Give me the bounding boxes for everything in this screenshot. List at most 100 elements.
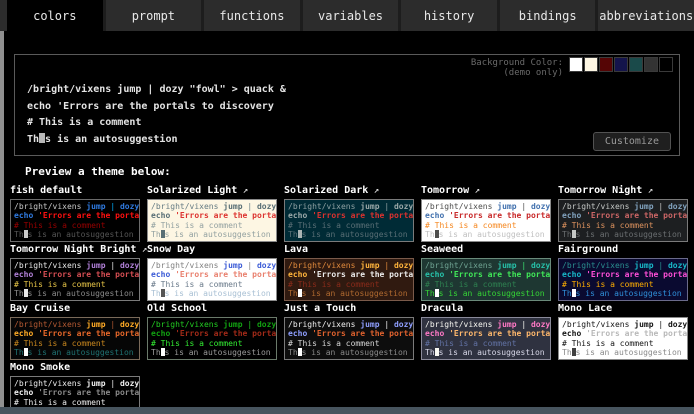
tab-history[interactable]: history [398,0,497,31]
theme-card-tomorrow-night-bright[interactable]: Tomorrow Night Bright ↗ /bright/vixens ju… [10,244,140,301]
token-command: jump [497,261,516,270]
bg-swatch-4[interactable] [614,57,628,72]
token-comment: # This is a comment [151,221,243,230]
external-link-icon: ↗ [136,245,147,255]
theme-terminal-sample: /bright/vixens jump | dozy "fowl" > quac… [147,258,277,301]
token-comment: # This is a comment [562,339,654,348]
bg-swatch-1[interactable] [569,57,583,72]
token-autosuggestion: Th [288,289,298,298]
sample-line-1: /bright/vixens jump | dozy "fowl" > quac… [288,261,413,270]
theme-card-tomorrow[interactable]: Tomorrow ↗/bright/vixens jump | dozy "fo… [421,185,551,242]
token-command: echo [288,329,307,338]
theme-card-tomorrow-night[interactable]: Tomorrow Night ↗ /bright/vixens jump | do… [558,185,688,242]
theme-name: fish default [10,185,140,197]
sample-line-3: # This is a comment [14,398,139,407]
theme-card-seaweed[interactable]: Seaweed/bright/vixens jump | dozy "fowl"… [421,244,551,301]
sample-line-3: # This is a comment [562,221,687,230]
theme-card-dracula[interactable]: Dracula/bright/vixens jump | dozy "fowl"… [421,303,551,360]
token-error: 'Errors are the portals to discovery [581,211,687,220]
bg-swatch-2[interactable] [584,57,598,72]
autosuggestion-text-pre: Th [27,134,39,145]
theme-name[interactable]: Tomorrow Night ↗ [558,185,688,197]
token-command: echo [14,270,33,279]
theme-name[interactable]: Tomorrow ↗ [421,185,551,197]
sample-line-3: # This is a comment [151,339,276,348]
sample-line-1: /bright/vixens jump | dozy "fowl" > quac… [14,320,139,329]
token-command: jump [634,261,653,270]
token-command: jump [497,320,516,329]
terminal-preview: Background Color: (demo only) /bright/vi… [14,54,680,156]
bg-swatch-5[interactable] [629,57,643,72]
theme-card-solarized-light[interactable]: Solarized Light ↗ /bright/vixens jump | d… [147,185,277,242]
token-command: echo [151,211,170,220]
token-autosuggestion: s is an autosuggestion [28,230,134,239]
token-error: 'Errors are the portals to discovery [307,329,413,338]
theme-name: Fairground [558,244,688,256]
theme-terminal-sample: /bright/vixens jump | dozy "fowl" > quac… [284,258,414,301]
sample-line-2: echo 'Errors are the portals to discover… [151,211,276,220]
token-normal: /bright/vixens [288,320,360,329]
token-normal: /bright/vixens [425,202,497,211]
sample-line-3: # This is a comment [14,221,139,230]
theme-terminal-sample: /bright/vixens jump | dozy "fowl" > quac… [421,317,551,360]
tab-bindings[interactable]: bindings [497,0,596,31]
sample-line-3: # This is a comment [151,221,276,230]
token-autosuggestion: Th [562,230,572,239]
theme-card-fish-default[interactable]: fish default/bright/vixens jump | dozy "… [10,185,140,242]
sample-line-2: echo 'Errors are the portals to discover… [14,388,139,397]
theme-card-just-a-touch[interactable]: Just a Touch/bright/vixens jump | dozy "… [284,303,414,360]
theme-terminal-sample: /bright/vixens jump | dozy "fowl" > quac… [147,199,277,242]
bg-swatch-7[interactable] [659,57,673,72]
token-command: jump [497,202,516,211]
theme-card-mono-lace[interactable]: Mono Lace/bright/vixens jump | dozy "fow… [558,303,688,360]
sample-line-1: /bright/vixens jump | dozy "fowl" > quac… [14,261,139,270]
token-command: jump [86,320,105,329]
bg-swatch-3[interactable] [599,57,613,72]
sample-line-1: /bright/vixens jump | dozy "fowl" > quac… [562,202,687,211]
token-command: echo [14,211,33,220]
token-command: dozy [668,202,687,211]
theme-terminal-sample: /bright/vixens jump | dozy "fowl" > quac… [558,199,688,242]
theme-card-bay-cruise[interactable]: Bay Cruise/bright/vixens jump | dozy "fo… [10,303,140,360]
token-separator: | [380,202,394,211]
sample-line-1: /bright/vixens jump | dozy "fowl" > quac… [425,261,550,270]
token-comment: # This is a comment [288,221,380,230]
customize-button[interactable]: Customize [593,132,671,151]
bg-swatch-6[interactable] [644,57,658,72]
token-autosuggestion: s is an autosuggestion [302,230,408,239]
theme-name[interactable]: Solarized Dark ↗ [284,185,414,197]
theme-name: Lava [284,244,414,256]
theme-card-fairground[interactable]: Fairground/bright/vixens jump | dozy "fo… [558,244,688,301]
sample-line-2: echo 'Errors are the portals to discover… [562,270,687,279]
sample-line-2: echo 'Errors are the portals to discover… [425,270,550,279]
theme-card-snow-day[interactable]: Snow Day/bright/vixens jump | dozy "fowl… [147,244,277,301]
sample-line-1: /bright/vixens jump | dozy "fowl" > quac… [425,320,550,329]
theme-card-old-school[interactable]: Old School/bright/vixens jump | dozy "fo… [147,303,277,360]
theme-card-solarized-dark[interactable]: Solarized Dark ↗ /bright/vixens jump | do… [284,185,414,242]
token-command: dozy [257,261,276,270]
token-autosuggestion: s is an autosuggestion [165,230,271,239]
tab-functions[interactable]: functions [201,0,300,31]
external-link-icon: ↗ [237,186,248,196]
sample-line-1: /bright/vixens jump | dozy "fowl" > quac… [288,202,413,211]
tab-variables[interactable]: variables [300,0,399,31]
theme-terminal-sample: /bright/vixens jump | dozy "fowl" > quac… [10,258,140,301]
token-command: jump [360,320,379,329]
sample-line-1: /bright/vixens jump | dozy "fowl" > quac… [14,379,139,388]
tab-colors[interactable]: colors [7,0,103,31]
theme-name[interactable]: Tomorrow Night Bright ↗ [10,244,140,256]
theme-name[interactable]: Solarized Light ↗ [147,185,277,197]
tab-prompt[interactable]: prompt [103,0,202,31]
sample-line-3: # This is a comment [14,339,139,348]
token-normal: /bright/vixens [288,202,360,211]
theme-name: Mono Smoke [10,362,140,374]
token-comment: # This is a comment [14,221,106,230]
window-edge-left [0,31,4,414]
external-link-icon: ↗ [368,186,379,196]
theme-card-lava[interactable]: Lava/bright/vixens jump | dozy "fowl" > … [284,244,414,301]
sample-line-2: echo 'Errors are the portals to discover… [151,329,276,338]
token-autosuggestion: Th [151,348,161,357]
token-autosuggestion: s is an autosuggestion [302,348,408,357]
tab-abbreviations[interactable]: abbreviations [595,0,694,31]
token-separator: | [106,379,120,388]
